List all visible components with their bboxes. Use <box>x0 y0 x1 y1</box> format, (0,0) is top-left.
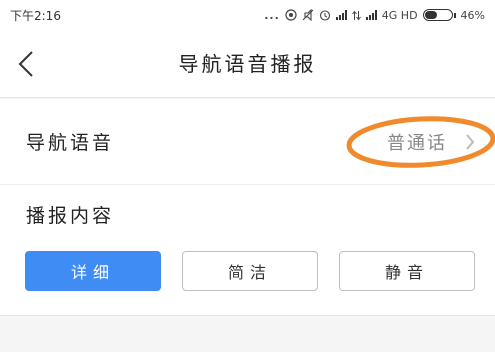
signal-icon-2 <box>365 10 377 20</box>
network-label: 4G HD <box>381 8 418 22</box>
data-arrows-icon <box>351 10 361 20</box>
nav-voice-label: 导航语音 <box>26 132 115 154</box>
alarm-icon <box>319 10 330 21</box>
mute-icon <box>302 9 314 21</box>
option-concise-button[interactable]: 简洁 <box>182 251 318 291</box>
voice-selector[interactable]: 普通话 <box>387 123 475 161</box>
battery-icon <box>422 9 453 21</box>
option-detailed-button[interactable]: 详细 <box>25 251 161 291</box>
status-bar: 下午2:16 ... 4G HD 46% <box>0 0 495 30</box>
broadcast-content-label: 播报内容 <box>26 205 115 227</box>
nav-voice-row[interactable]: 导航语音 普通话 <box>0 99 495 185</box>
page-title: 导航语音播报 <box>178 52 317 76</box>
more-dots: ... <box>264 8 280 22</box>
battery-percent: 46% <box>460 8 485 22</box>
broadcast-content-section: 播报内容 详细 简洁 静音 <box>0 185 495 316</box>
signal-icon <box>335 10 347 20</box>
status-time: 下午2:16 <box>10 8 61 23</box>
voice-value: 普通话 <box>387 133 447 154</box>
status-icons: ... 4G HD 46% <box>264 9 485 22</box>
title-bar: 导航语音播报 <box>0 30 495 98</box>
hotspot-icon <box>285 9 297 21</box>
chevron-right-icon <box>466 134 475 150</box>
option-mute-button[interactable]: 静音 <box>339 251 475 291</box>
